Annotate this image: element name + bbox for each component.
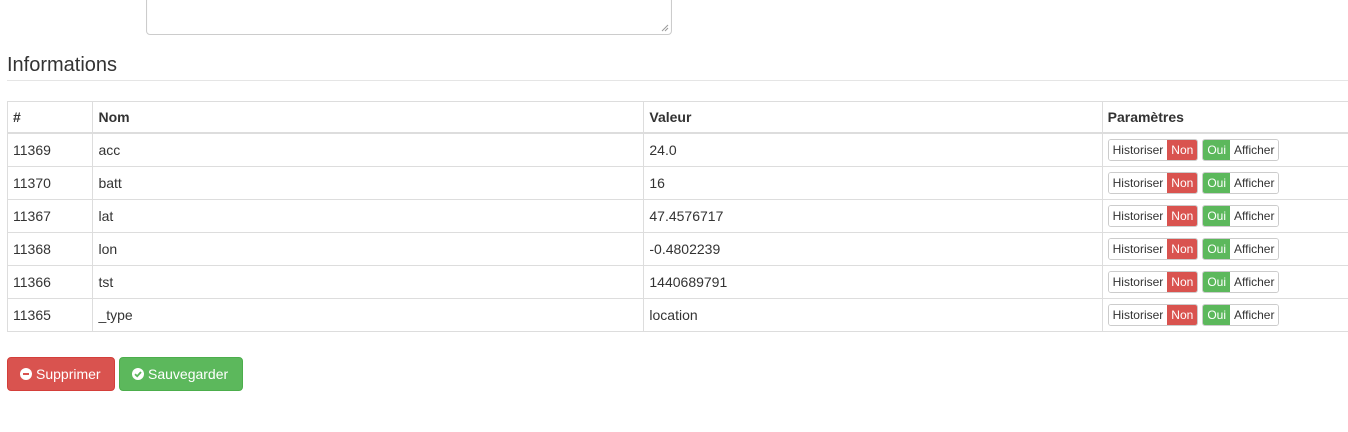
- afficher-state: Oui: [1203, 140, 1230, 160]
- header-valeur: Valeur: [643, 101, 1103, 134]
- afficher-toggle[interactable]: Oui Afficher: [1202, 139, 1280, 161]
- historiser-state: Non: [1167, 173, 1198, 193]
- table-row: 11369 acc 24.0 Historiser Non Oui Affich…: [6, 132, 1348, 167]
- header-parametres: Paramètres: [1101, 101, 1348, 134]
- cell-parametres: Historiser Non Oui Afficher: [1101, 166, 1348, 200]
- historiser-state: Non: [1167, 206, 1198, 226]
- afficher-toggle[interactable]: Oui Afficher: [1202, 271, 1280, 293]
- historiser-toggle[interactable]: Historiser Non: [1107, 172, 1199, 194]
- afficher-label: Afficher: [1230, 140, 1279, 160]
- afficher-label: Afficher: [1230, 239, 1279, 259]
- cell-valeur: -0.4802239: [643, 232, 1103, 266]
- cell-valeur: location: [643, 298, 1103, 332]
- cell-parametres: Historiser Non Oui Afficher: [1101, 132, 1348, 167]
- afficher-state: Oui: [1203, 272, 1230, 292]
- historiser-state: Non: [1167, 305, 1198, 325]
- cell-id: 11369: [6, 132, 94, 167]
- historiser-label: Historiser: [1108, 272, 1168, 292]
- afficher-label: Afficher: [1230, 173, 1279, 193]
- historiser-toggle[interactable]: Historiser Non: [1107, 205, 1199, 227]
- historiser-label: Historiser: [1108, 239, 1168, 259]
- afficher-label: Afficher: [1230, 206, 1279, 226]
- cell-valeur: 16: [643, 166, 1103, 200]
- table-row: 11366 tst 1440689791 Historiser Non Oui …: [6, 265, 1348, 299]
- cell-id: 11368: [6, 232, 94, 266]
- table-row: 11367 lat 47.4576717 Historiser Non Oui …: [6, 199, 1348, 233]
- table-row: 11368 lon -0.4802239 Historiser Non Oui …: [6, 232, 1348, 266]
- historiser-state: Non: [1167, 239, 1198, 259]
- cell-valeur: 47.4576717: [643, 199, 1103, 233]
- historiser-toggle[interactable]: Historiser Non: [1107, 271, 1199, 293]
- cell-id: 11370: [6, 166, 94, 200]
- cell-id: 11366: [6, 265, 94, 299]
- historiser-toggle[interactable]: Historiser Non: [1107, 304, 1199, 326]
- cell-valeur: 1440689791: [643, 265, 1103, 299]
- cell-nom: acc: [92, 132, 645, 167]
- historiser-state: Non: [1167, 272, 1198, 292]
- check-circle-icon: [132, 368, 144, 380]
- afficher-state: Oui: [1203, 173, 1230, 193]
- cell-nom: _type: [92, 298, 645, 332]
- historiser-toggle[interactable]: Historiser Non: [1107, 238, 1199, 260]
- historiser-label: Historiser: [1108, 206, 1168, 226]
- historiser-label: Historiser: [1108, 140, 1168, 160]
- afficher-toggle[interactable]: Oui Afficher: [1202, 172, 1280, 194]
- afficher-label: Afficher: [1230, 272, 1279, 292]
- cell-id: 11365: [6, 298, 94, 332]
- cell-parametres: Historiser Non Oui Afficher: [1101, 199, 1348, 233]
- delete-button[interactable]: Supprimer: [7, 357, 115, 391]
- afficher-toggle[interactable]: Oui Afficher: [1202, 238, 1280, 260]
- minus-circle-icon: [20, 368, 32, 380]
- table-row: 11365 _type location Historiser Non Oui …: [6, 298, 1348, 332]
- cell-parametres: Historiser Non Oui Afficher: [1101, 232, 1348, 266]
- save-button-label: Sauvegarder: [148, 366, 229, 382]
- header-id: #: [6, 101, 94, 134]
- resize-grip-icon[interactable]: [661, 24, 669, 32]
- historiser-label: Historiser: [1108, 305, 1168, 325]
- save-button[interactable]: Sauvegarder: [119, 357, 243, 391]
- cell-nom: tst: [92, 265, 645, 299]
- table-row: 11370 batt 16 Historiser Non Oui Affiche…: [6, 166, 1348, 200]
- cell-nom: batt: [92, 166, 645, 200]
- cell-id: 11367: [6, 199, 94, 233]
- historiser-label: Historiser: [1108, 173, 1168, 193]
- description-textarea[interactable]: [146, 0, 672, 35]
- header-nom: Nom: [92, 101, 645, 134]
- cell-parametres: Historiser Non Oui Afficher: [1101, 298, 1348, 332]
- cell-parametres: Historiser Non Oui Afficher: [1101, 265, 1348, 299]
- historiser-toggle[interactable]: Historiser Non: [1107, 139, 1199, 161]
- afficher-state: Oui: [1203, 305, 1230, 325]
- informations-table: # Nom Valeur Paramètres 11369 acc 24.0 H…: [6, 101, 1348, 332]
- afficher-state: Oui: [1203, 206, 1230, 226]
- delete-button-label: Supprimer: [36, 366, 101, 382]
- historiser-state: Non: [1167, 140, 1198, 160]
- section-title: Informations: [7, 54, 118, 76]
- afficher-toggle[interactable]: Oui Afficher: [1202, 205, 1280, 227]
- table-header-row: # Nom Valeur Paramètres: [6, 101, 1348, 134]
- afficher-label: Afficher: [1230, 305, 1279, 325]
- cell-nom: lat: [92, 199, 645, 233]
- cell-nom: lon: [92, 232, 645, 266]
- cell-valeur: 24.0: [643, 132, 1103, 167]
- afficher-state: Oui: [1203, 239, 1230, 259]
- section-divider: [7, 80, 1348, 81]
- afficher-toggle[interactable]: Oui Afficher: [1202, 304, 1280, 326]
